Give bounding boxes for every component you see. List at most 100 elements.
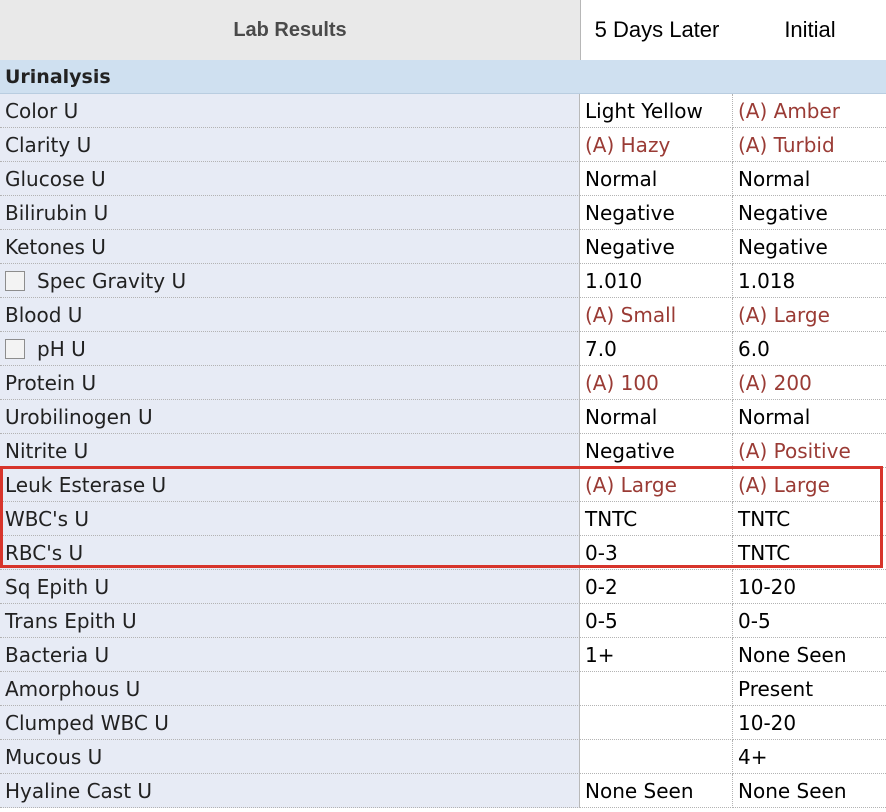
value-initial[interactable]: None Seen [733,638,886,672]
row-label-text: Ketones U [5,234,106,259]
table-row[interactable]: Bacteria U 1+ None Seen [0,638,886,672]
value-5-days-later[interactable]: Light Yellow [580,94,733,128]
table-row[interactable]: Hyaline Cast U None Seen None Seen [0,774,886,808]
row-label-text: Nitrite U [5,438,89,463]
value-5-days-later[interactable]: 1.010 [580,264,733,298]
table-row[interactable]: Amorphous U Present [0,672,886,706]
table-row[interactable]: Clumped WBC U 10-20 [0,706,886,740]
lab-results-header[interactable]: Lab Results [0,0,581,61]
table-row[interactable]: Glucose U Normal Normal [0,162,886,196]
table-row[interactable]: Urobilinogen U Normal Normal [0,400,886,434]
value-initial[interactable]: (A) Turbid [733,128,886,162]
value-initial[interactable]: 10-20 [733,570,886,604]
row-label: Ketones U [0,230,580,264]
row-label-text: Bilirubin U [5,200,109,225]
value-initial[interactable]: (A) Large [733,298,886,332]
value-5-days-later[interactable]: 1+ [580,638,733,672]
value-5-days-later[interactable]: Negative [580,230,733,264]
row-label: WBC's U [0,502,580,536]
row-label-text: Glucose U [5,166,106,191]
value-5-days-later[interactable]: None Seen [580,774,733,808]
value-initial[interactable]: Negative [733,230,886,264]
row-label: Trans Epith U [0,604,580,638]
lab-results-table: Lab Results 5 Days Later Initial Urinaly… [0,0,886,812]
value-initial[interactable]: 6.0 [733,332,886,366]
section-urinalysis[interactable]: Urinalysis [0,60,886,94]
value-initial[interactable]: (A) 200 [733,366,886,400]
value-5-days-later[interactable]: Negative [580,196,733,230]
table-row[interactable]: Leuk Esterase U (A) Large (A) Large [0,468,886,502]
value-initial[interactable]: (A) Large [733,468,886,502]
row-label-text: Clumped WBC U [5,710,169,735]
row-label: Leuk Esterase U [0,468,580,502]
table-row[interactable]: Clarity U (A) Hazy (A) Turbid [0,128,886,162]
table-row[interactable]: Trans Epith U 0-5 0-5 [0,604,886,638]
table-row[interactable]: Ketones U Negative Negative [0,230,886,264]
value-5-days-later[interactable]: (A) Hazy [580,128,733,162]
table-row[interactable]: Nitrite U Negative (A) Positive [0,434,886,468]
results-rows: Color U Light Yellow (A) Amber Clarity U (A)… [0,94,886,808]
value-initial[interactable]: Normal [733,162,886,196]
table-row[interactable]: Spec Gravity U 1.010 1.018 [0,264,886,298]
table-row[interactable]: Color U Light Yellow (A) Amber [0,94,886,128]
column-header-5-days-later[interactable]: 5 Days Later [581,0,733,60]
value-initial[interactable]: None Seen [733,774,886,808]
row-label-text: Leuk Esterase U [5,472,167,497]
row-label: Glucose U [0,162,580,196]
column-header-initial[interactable]: Initial [734,0,886,60]
value-5-days-later[interactable]: (A) 100 [580,366,733,400]
value-5-days-later[interactable]: Negative [580,434,733,468]
value-5-days-later[interactable] [580,706,733,740]
value-5-days-later[interactable]: (A) Small [580,298,733,332]
row-label-text: Urobilinogen U [5,404,153,429]
row-label-text: Sq Epith U [5,574,110,599]
row-label-text: Trans Epith U [5,608,137,633]
row-label: Urobilinogen U [0,400,580,434]
row-label: Clumped WBC U [0,706,580,740]
row-label: Amorphous U [0,672,580,706]
row-label: Bilirubin U [0,196,580,230]
row-label: Protein U [0,366,580,400]
value-initial[interactable]: 4+ [733,740,886,774]
value-initial[interactable]: 1.018 [733,264,886,298]
value-initial[interactable]: 0-5 [733,604,886,638]
value-initial[interactable]: 10-20 [733,706,886,740]
value-5-days-later[interactable] [580,740,733,774]
table-row[interactable]: Sq Epith U 0-2 10-20 [0,570,886,604]
row-label: Mucous U [0,740,580,774]
row-label-text: RBC's U [5,540,84,565]
value-initial[interactable]: TNTC [733,536,886,570]
value-5-days-later[interactable] [580,672,733,706]
value-initial[interactable]: Negative [733,196,886,230]
value-initial[interactable]: (A) Amber [733,94,886,128]
row-label: Sq Epith U [0,570,580,604]
value-5-days-later[interactable]: 0-5 [580,604,733,638]
table-row[interactable]: pH U 7.0 6.0 [0,332,886,366]
value-initial[interactable]: Normal [733,400,886,434]
table-row[interactable]: Mucous U 4+ [0,740,886,774]
row-label-text: WBC's U [5,506,90,531]
value-5-days-later[interactable]: (A) Large [580,468,733,502]
row-checkbox[interactable] [5,338,25,359]
value-5-days-later[interactable]: 7.0 [580,332,733,366]
row-label-text: Protein U [5,370,97,395]
value-initial[interactable]: (A) Positive [733,434,886,468]
row-label: Bacteria U [0,638,580,672]
value-5-days-later[interactable]: Normal [580,400,733,434]
value-5-days-later[interactable]: 0-3 [580,536,733,570]
row-label-text: Spec Gravity U [37,268,187,293]
row-checkbox[interactable] [5,270,25,291]
table-row[interactable]: RBC's U 0-3 TNTC [0,536,886,570]
value-initial[interactable]: Present [733,672,886,706]
value-5-days-later[interactable]: Normal [580,162,733,196]
table-row[interactable]: Protein U (A) 100 (A) 200 [0,366,886,400]
row-label-text: pH U [37,336,86,361]
row-label: Spec Gravity U [0,264,580,298]
value-5-days-later[interactable]: 0-2 [580,570,733,604]
value-initial[interactable]: TNTC [733,502,886,536]
table-row[interactable]: WBC's U TNTC TNTC [0,502,886,536]
row-label-text: Clarity U [5,132,92,157]
table-row[interactable]: Bilirubin U Negative Negative [0,196,886,230]
value-5-days-later[interactable]: TNTC [580,502,733,536]
table-row[interactable]: Blood U (A) Small (A) Large [0,298,886,332]
